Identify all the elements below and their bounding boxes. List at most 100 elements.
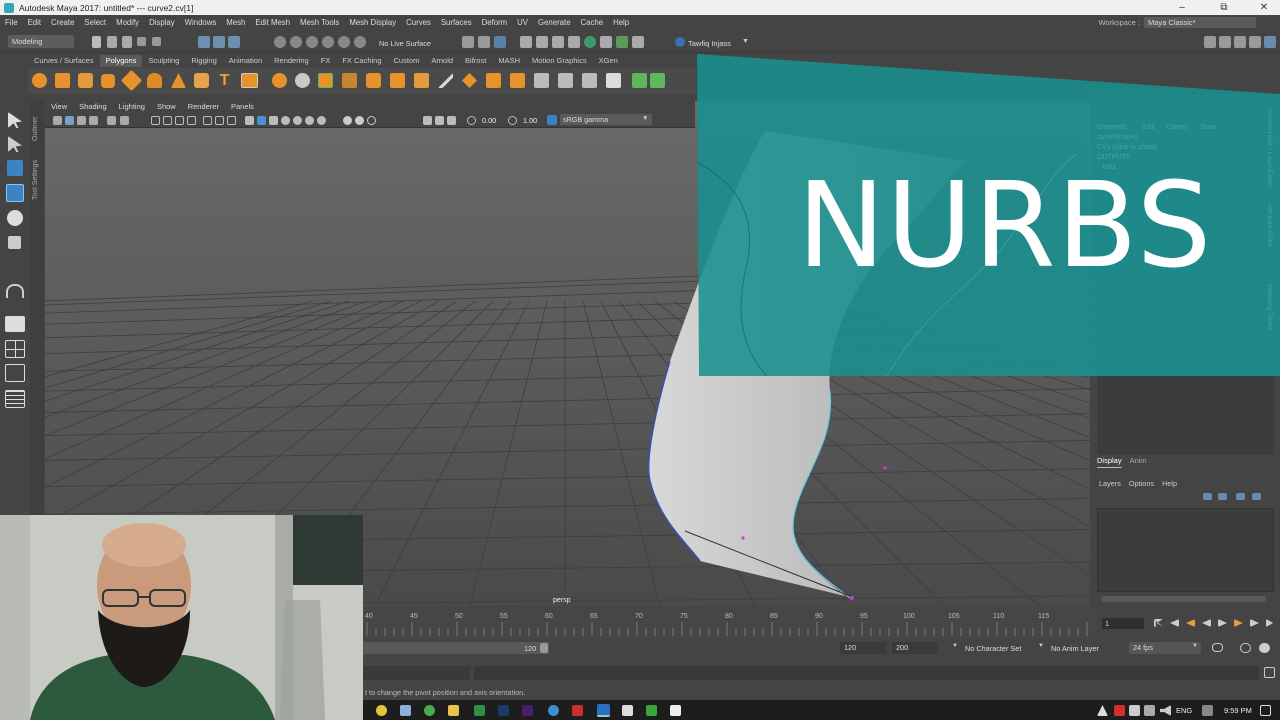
ipr-render-icon[interactable] — [536, 36, 548, 48]
move-layer-down-icon[interactable] — [1218, 493, 1227, 500]
menu-modify[interactable]: Modify — [111, 18, 144, 27]
shelf-tab-arnold[interactable]: Arnold — [425, 55, 459, 67]
menu-surfaces[interactable]: Surfaces — [436, 18, 477, 27]
poly-cylinder-icon[interactable] — [78, 73, 93, 88]
menu-select[interactable]: Select — [79, 18, 111, 27]
layer-tab-display[interactable]: Display — [1097, 456, 1122, 468]
excel-taskbar-icon[interactable] — [474, 705, 485, 716]
new-scene-icon[interactable] — [92, 36, 101, 48]
shelf-tab-curves-surfaces[interactable]: Curves / Surfaces — [28, 55, 100, 67]
safe-title-icon[interactable] — [227, 116, 236, 125]
xray-icon[interactable] — [435, 116, 444, 125]
soft-select-icon[interactable] — [6, 284, 24, 298]
gate-mask-icon[interactable] — [187, 116, 196, 125]
layout-uvs-icon[interactable] — [606, 73, 621, 88]
menu-windows[interactable]: Windows — [180, 18, 222, 27]
four-view-icon[interactable] — [5, 340, 25, 358]
current-frame-field[interactable]: 1 — [1102, 618, 1144, 629]
safe-action-icon[interactable] — [215, 116, 224, 125]
select-by-object-icon[interactable] — [213, 36, 225, 48]
poly-type-icon[interactable]: T — [216, 71, 233, 90]
snap-live-icon[interactable] — [338, 36, 350, 48]
snap-magnet-icon[interactable] — [354, 36, 366, 48]
move-layer-up-icon[interactable] — [1203, 493, 1212, 500]
loop-playback-icon[interactable] — [1212, 643, 1223, 652]
network-icon[interactable] — [1144, 705, 1155, 716]
move-tool-icon[interactable] — [6, 184, 24, 202]
skype-taskbar-icon[interactable] — [548, 705, 559, 716]
app-taskbar-icon[interactable] — [670, 705, 681, 716]
workspace-dropdown[interactable]: Maya Classic* — [1144, 17, 1256, 28]
layout-side-icon[interactable] — [1234, 36, 1246, 48]
paint-select-tool-icon[interactable] — [7, 160, 23, 176]
menu-cache[interactable]: Cache — [576, 18, 609, 27]
menu-create[interactable]: Create — [46, 18, 79, 27]
chevron-down-icon[interactable]: ▼ — [742, 38, 749, 45]
bevel-icon[interactable] — [486, 73, 501, 88]
motion-blur-icon[interactable] — [343, 116, 352, 125]
select-by-component-icon[interactable] — [228, 36, 240, 48]
shelf-tab-mash[interactable]: MASH — [492, 55, 526, 67]
anim-layer-dropdown[interactable]: No Anim Layer — [1051, 644, 1099, 653]
shelf-tab-fx[interactable]: FX — [315, 55, 337, 67]
animation-end-field[interactable]: 120 — [840, 642, 886, 654]
shadows-icon[interactable] — [305, 116, 314, 125]
range-handle[interactable] — [540, 643, 548, 653]
poly-cube-icon[interactable] — [55, 73, 70, 88]
layout-stack-icon[interactable] — [1249, 36, 1261, 48]
tray-app-icon[interactable] — [1114, 705, 1125, 716]
poly-cone-icon[interactable] — [101, 74, 115, 88]
options-menu[interactable]: Options — [1129, 479, 1154, 489]
cv-point[interactable] — [883, 466, 887, 470]
single-perspective-view-icon[interactable] — [5, 316, 25, 332]
wireframe-on-shaded-icon[interactable] — [269, 116, 278, 125]
menu-file[interactable]: File — [0, 18, 23, 27]
snap-curve-icon[interactable] — [290, 36, 302, 48]
film-gate-icon[interactable] — [163, 116, 172, 125]
menu-edit-mesh[interactable]: Edit Mesh — [250, 18, 295, 27]
xray-joints-icon[interactable] — [447, 116, 456, 125]
shelf-tab-animation[interactable]: Animation — [223, 55, 268, 67]
input-output-icon[interactable] — [462, 36, 474, 48]
insert-edge-loop-icon[interactable] — [510, 73, 525, 88]
language-indicator[interactable]: ENG — [1176, 706, 1192, 715]
outliner-side-tab[interactable]: Outliner — [32, 105, 42, 141]
select-tool-icon[interactable] — [8, 112, 22, 128]
undo-icon[interactable] — [137, 37, 146, 46]
rotate-tool-icon[interactable] — [7, 210, 23, 226]
menu-mesh-tools[interactable]: Mesh Tools — [295, 18, 344, 27]
menu-deform[interactable]: Deform — [477, 18, 513, 27]
color-management-icon[interactable] — [547, 115, 557, 125]
cv-point[interactable] — [741, 536, 745, 540]
fps-dropdown[interactable]: 24 fps — [1129, 642, 1201, 654]
app-taskbar-icon[interactable] — [622, 705, 633, 716]
shelf-tab-custom[interactable]: Custom — [388, 55, 426, 67]
isolate-select-icon[interactable] — [423, 116, 432, 125]
anti-aliasing-icon[interactable] — [355, 116, 364, 125]
viewport-menu-view[interactable]: View — [45, 101, 73, 113]
poly-pipe-icon[interactable] — [194, 73, 209, 88]
persp-outliner-icon[interactable] — [5, 364, 25, 382]
combine-icon[interactable] — [272, 73, 287, 88]
app-taskbar-icon[interactable] — [400, 705, 411, 716]
viewport-menu-shading[interactable]: Shading — [73, 101, 113, 113]
multi-cut-icon[interactable] — [438, 73, 453, 88]
menu-set-dropdown[interactable]: Modeling — [8, 35, 74, 48]
layers-menu[interactable]: Layers — [1099, 479, 1121, 489]
menu-curves[interactable]: Curves — [401, 18, 436, 27]
layer-list[interactable] — [1097, 508, 1274, 592]
snap-view-icon[interactable] — [322, 36, 334, 48]
menu-help[interactable]: Help — [608, 18, 634, 27]
action-center-icon[interactable] — [1260, 705, 1271, 716]
show-hidden-icons-icon[interactable] — [1097, 705, 1108, 716]
poly-sphere-icon[interactable] — [32, 73, 47, 88]
shelf-tab-xgen[interactable]: XGen — [593, 55, 624, 67]
depth-of-field-icon[interactable] — [367, 116, 376, 125]
script-editor-icon[interactable] — [1264, 667, 1275, 678]
uv-editor-icon[interactable] — [582, 73, 597, 88]
user-name[interactable]: Tawfiq Injass — [688, 39, 731, 48]
viewport-menu-show[interactable]: Show — [151, 101, 182, 113]
help-menu[interactable]: Help — [1162, 479, 1177, 489]
paint-vertex-color-icon[interactable] — [632, 73, 647, 88]
character-set-dropdown[interactable]: No Character Set — [965, 644, 1021, 653]
